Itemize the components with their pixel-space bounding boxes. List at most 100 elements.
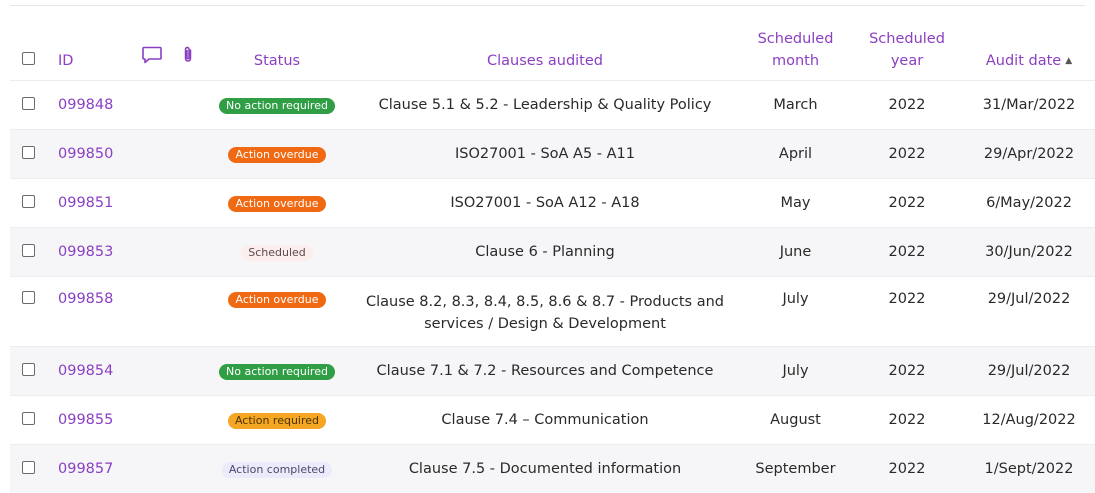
comments-cell: [130, 179, 174, 228]
table-row[interactable]: 099853 Scheduled Clause 6 - Planning June 20…: [10, 228, 1095, 277]
clause-text: ISO27001 - SoA A12 - A18: [352, 192, 738, 214]
comments-cell: [130, 396, 174, 445]
year-cell: 2022: [853, 228, 961, 277]
clause-text: Clause 7.4 – Communication: [352, 409, 738, 431]
status-cell: Action overdue: [202, 130, 352, 179]
sort-ascending-icon[interactable]: ▲: [1065, 56, 1072, 66]
audit-id-link[interactable]: 099855: [58, 412, 113, 428]
status-cell: Action overdue: [202, 277, 352, 347]
clause-text-continued: services / Design & Development: [352, 313, 738, 335]
column-header-attachments[interactable]: [174, 6, 202, 81]
clause-text: ISO27001 - SoA A5 - A11: [352, 143, 738, 165]
paperclip-icon: [181, 45, 195, 72]
attachments-cell: [174, 179, 202, 228]
column-header-clauses[interactable]: Clauses audited: [352, 6, 738, 81]
clause-cell: ISO27001 - SoA A5 - A11: [352, 130, 738, 179]
status-cell: No action required: [202, 347, 352, 396]
clause-text: Clause 7.1 & 7.2 - Resources and Compete…: [352, 360, 738, 382]
audit-id-link[interactable]: 099850: [58, 146, 113, 162]
row-checkbox[interactable]: [22, 363, 35, 376]
row-select-cell: [10, 179, 46, 228]
scheduled-month: June: [780, 244, 812, 260]
row-checkbox[interactable]: [22, 461, 35, 474]
audit-date-cell: 29/Jul/2022: [961, 277, 1095, 347]
scheduled-year: 2022: [889, 146, 926, 162]
audit-id-link[interactable]: 099848: [58, 97, 113, 113]
audit-date: 6/May/2022: [986, 195, 1072, 211]
month-cell: June: [738, 228, 853, 277]
audit-table: ID Status: [10, 6, 1095, 493]
attachments-cell: [174, 277, 202, 347]
year-cell: 2022: [853, 179, 961, 228]
table-body: 099848No action requiredClause 5.1 & 5.2…: [10, 81, 1095, 493]
table-row[interactable]: 099851Action overdueISO27001 - SoA A12 -…: [10, 179, 1095, 228]
scheduled-month: May: [781, 195, 811, 211]
status-badge: Scheduled: [241, 245, 313, 261]
scheduled-month: July: [782, 363, 808, 379]
comments-cell: [130, 277, 174, 347]
scheduled-year: 2022: [889, 291, 926, 307]
audit-id-link[interactable]: 099851: [58, 195, 113, 211]
scheduled-month: March: [773, 97, 817, 113]
column-header-year-line1: Scheduled: [869, 31, 945, 47]
scheduled-year: 2022: [889, 97, 926, 113]
comments-cell: [130, 445, 174, 493]
status-badge: Action completed: [222, 462, 332, 478]
clause-cell: Clause 7.1 & 7.2 - Resources and Compete…: [352, 347, 738, 396]
row-checkbox[interactable]: [22, 244, 35, 257]
table-row[interactable]: 099850 Action overdueISO27001 - SoA A5 - …: [10, 130, 1095, 179]
audit-date-cell: 6/May/2022: [961, 179, 1095, 228]
id-cell: 099857: [46, 445, 130, 493]
column-header-status[interactable]: Status: [202, 6, 352, 81]
audit-id-link[interactable]: 099858: [58, 291, 113, 307]
scheduled-year: 2022: [889, 461, 926, 477]
status-badge: Action required: [228, 413, 326, 429]
column-header-id[interactable]: ID: [46, 6, 130, 81]
column-header-audit-date[interactable]: Audit date▲: [961, 6, 1095, 81]
column-header-clauses-label: Clauses audited: [487, 53, 603, 69]
table-header-row: ID Status: [10, 6, 1095, 81]
audit-date-cell: 31/Mar/2022: [961, 81, 1095, 130]
column-header-comments[interactable]: [130, 6, 174, 81]
table-row[interactable]: 099858 Action overdueClause 8.2, 8.3, 8.4…: [10, 277, 1095, 347]
attachments-cell: [174, 130, 202, 179]
audit-id-link[interactable]: 099854: [58, 363, 113, 379]
attachments-cell: [174, 228, 202, 277]
audit-date: 29/Jul/2022: [988, 363, 1071, 379]
table-row[interactable]: 099848No action requiredClause 5.1 & 5.2…: [10, 81, 1095, 130]
scheduled-year: 2022: [889, 195, 926, 211]
status-badge: No action required: [219, 364, 335, 380]
clause-cell: ISO27001 - SoA A12 - A18: [352, 179, 738, 228]
month-cell: April: [738, 130, 853, 179]
comments-cell: [130, 81, 174, 130]
year-cell: 2022: [853, 130, 961, 179]
column-header-month[interactable]: Scheduled month: [738, 6, 853, 81]
row-checkbox[interactable]: [22, 195, 35, 208]
row-select-cell: [10, 130, 46, 179]
column-header-status-label: Status: [254, 53, 300, 69]
audit-id-link[interactable]: 099853: [58, 244, 113, 260]
column-header-year[interactable]: Scheduled year: [853, 6, 961, 81]
audit-id-link[interactable]: 099857: [58, 461, 113, 477]
month-cell: July: [738, 347, 853, 396]
audit-date: 29/Apr/2022: [984, 146, 1074, 162]
table-row[interactable]: 099857 Action completed Clause 7.5 - Docum…: [10, 445, 1095, 493]
id-cell: 099858: [46, 277, 130, 347]
scheduled-month: August: [770, 412, 821, 428]
column-header-year-line2: year: [891, 53, 923, 69]
row-checkbox[interactable]: [22, 146, 35, 159]
select-all-header[interactable]: [10, 6, 46, 81]
id-cell: 099848: [46, 81, 130, 130]
audit-date: 29/Jul/2022: [988, 291, 1071, 307]
row-checkbox[interactable]: [22, 291, 35, 304]
table-row[interactable]: 099855 Action required Clause 7.4 – Commun…: [10, 396, 1095, 445]
clause-cell: Clause 7.5 - Documented information: [352, 445, 738, 493]
row-checkbox[interactable]: [22, 97, 35, 110]
column-header-month-line1: Scheduled: [758, 31, 834, 47]
clause-text: Clause 8.2, 8.3, 8.4, 8.5, 8.6 & 8.7 - P…: [352, 291, 738, 313]
column-header-month-line2: month: [772, 53, 819, 69]
table-row[interactable]: 099854 No action required Clause 7.1 & 7.2…: [10, 347, 1095, 396]
clause-cell: Clause 6 - Planning: [352, 228, 738, 277]
row-checkbox[interactable]: [22, 412, 35, 425]
select-all-checkbox[interactable]: [22, 52, 35, 65]
